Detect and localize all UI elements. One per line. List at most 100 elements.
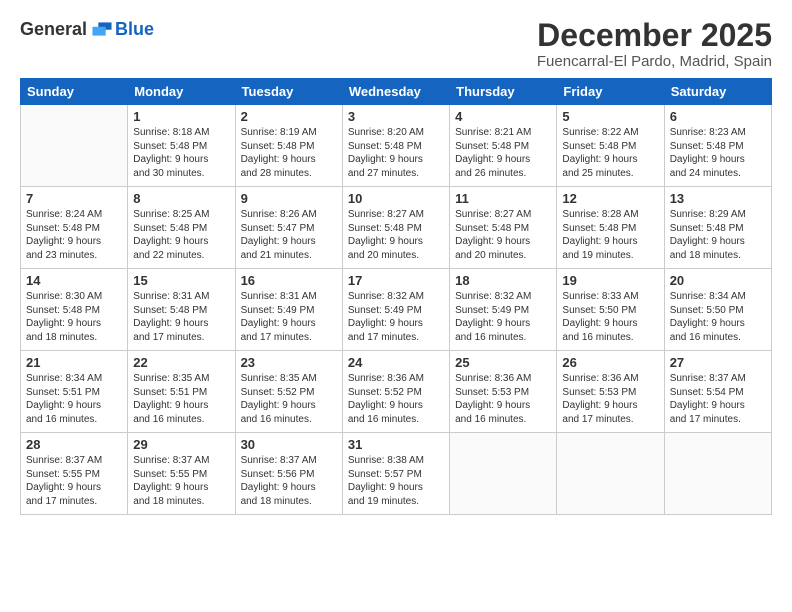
week-row-5: 28 Sunrise: 8:37 AMSunset: 5:55 PMDayligh… <box>21 433 772 515</box>
day-number: 9 <box>241 191 337 206</box>
week-row-3: 14Sunrise: 8:30 AMSunset: 5:48 PMDayligh… <box>21 269 772 351</box>
day-number: 6 <box>670 109 766 124</box>
day-number: 27 <box>670 355 766 370</box>
day-cell: 5Sunrise: 8:22 AMSunset: 5:48 PMDaylight… <box>557 105 664 187</box>
day-number: 8 <box>133 191 229 206</box>
day-number: 11 <box>455 191 551 206</box>
day-number: 7 <box>26 191 122 206</box>
day-number: 22 <box>133 355 229 370</box>
week-row-4: 21 Sunrise: 8:34 AMSunset: 5:51 PMDayligh… <box>21 351 772 433</box>
day-cell: 2 Sunrise: 8:19 AMSunset: 5:48 PMDaylight… <box>235 105 342 187</box>
day-number: 24 <box>348 355 444 370</box>
col-header-saturday: Saturday <box>664 79 771 105</box>
col-header-thursday: Thursday <box>450 79 557 105</box>
day-info: Sunrise: 8:23 AMSunset: 5:48 PMDaylight:… <box>670 126 766 180</box>
col-header-tuesday: Tuesday <box>235 79 342 105</box>
day-number: 30 <box>241 437 337 452</box>
col-header-wednesday: Wednesday <box>342 79 449 105</box>
day-cell: 27 Sunrise: 8:37 AMSunset: 5:54 PMDayligh… <box>664 351 771 433</box>
day-info: Sunrise: 8:37 AMSunset: 5:55 PMDaylight:… <box>133 454 229 508</box>
day-info: Sunrise: 8:22 AMSunset: 5:48 PMDaylight:… <box>562 126 658 180</box>
week-row-1: 1 Sunrise: 8:18 AMSunset: 5:48 PMDaylight… <box>21 105 772 187</box>
day-info: Sunrise: 8:37 AMSunset: 5:55 PMDaylight:… <box>26 454 122 508</box>
day-info: Sunrise: 8:26 AMSunset: 5:47 PMDaylight:… <box>241 208 337 262</box>
col-header-monday: Monday <box>128 79 235 105</box>
day-cell: 1 Sunrise: 8:18 AMSunset: 5:48 PMDaylight… <box>128 105 235 187</box>
day-cell <box>557 433 664 515</box>
day-info: Sunrise: 8:33 AMSunset: 5:50 PMDaylight:… <box>562 290 658 344</box>
day-info: Sunrise: 8:38 AMSunset: 5:57 PMDaylight:… <box>348 454 444 508</box>
day-cell: 6 Sunrise: 8:23 AMSunset: 5:48 PMDaylight… <box>664 105 771 187</box>
day-number: 23 <box>241 355 337 370</box>
day-cell: 18 Sunrise: 8:32 AMSunset: 5:49 PMDayligh… <box>450 269 557 351</box>
day-number: 2 <box>241 109 337 124</box>
day-info: Sunrise: 8:24 AMSunset: 5:48 PMDaylight:… <box>26 208 122 262</box>
logo-area: General Blue <box>20 18 154 40</box>
day-cell: 8Sunrise: 8:25 AMSunset: 5:48 PMDaylight… <box>128 187 235 269</box>
day-cell: 15 Sunrise: 8:31 AMSunset: 5:48 PMDayligh… <box>128 269 235 351</box>
day-number: 29 <box>133 437 229 452</box>
day-cell: 11 Sunrise: 8:27 AMSunset: 5:48 PMDayligh… <box>450 187 557 269</box>
day-number: 20 <box>670 273 766 288</box>
day-info: Sunrise: 8:19 AMSunset: 5:48 PMDaylight:… <box>241 126 337 180</box>
day-info: Sunrise: 8:20 AMSunset: 5:48 PMDaylight:… <box>348 126 444 180</box>
day-number: 16 <box>241 273 337 288</box>
day-info: Sunrise: 8:36 AMSunset: 5:53 PMDaylight:… <box>562 372 658 426</box>
day-info: Sunrise: 8:29 AMSunset: 5:48 PMDaylight:… <box>670 208 766 262</box>
day-cell: 13 Sunrise: 8:29 AMSunset: 5:48 PMDayligh… <box>664 187 771 269</box>
day-cell: 29 Sunrise: 8:37 AMSunset: 5:55 PMDayligh… <box>128 433 235 515</box>
day-info: Sunrise: 8:35 AMSunset: 5:52 PMDaylight:… <box>241 372 337 426</box>
day-number: 21 <box>26 355 122 370</box>
logo-general: General <box>20 20 87 38</box>
day-cell: 25 Sunrise: 8:36 AMSunset: 5:53 PMDayligh… <box>450 351 557 433</box>
day-info: Sunrise: 8:27 AMSunset: 5:48 PMDaylight:… <box>455 208 551 262</box>
day-number: 18 <box>455 273 551 288</box>
day-number: 19 <box>562 273 658 288</box>
day-number: 13 <box>670 191 766 206</box>
day-cell <box>21 105 128 187</box>
logo-blue: Blue <box>115 20 154 38</box>
day-number: 3 <box>348 109 444 124</box>
day-number: 12 <box>562 191 658 206</box>
day-cell: 21 Sunrise: 8:34 AMSunset: 5:51 PMDayligh… <box>21 351 128 433</box>
header: General Blue December 2025 Fuencarral-El… <box>20 18 772 70</box>
day-cell <box>450 433 557 515</box>
day-info: Sunrise: 8:31 AMSunset: 5:49 PMDaylight:… <box>241 290 337 344</box>
day-cell: 7 Sunrise: 8:24 AMSunset: 5:48 PMDaylight… <box>21 187 128 269</box>
day-info: Sunrise: 8:31 AMSunset: 5:48 PMDaylight:… <box>133 290 229 344</box>
day-cell: 19 Sunrise: 8:33 AMSunset: 5:50 PMDayligh… <box>557 269 664 351</box>
day-info: Sunrise: 8:27 AMSunset: 5:48 PMDaylight:… <box>348 208 444 262</box>
day-cell: 10 Sunrise: 8:27 AMSunset: 5:48 PMDayligh… <box>342 187 449 269</box>
day-number: 17 <box>348 273 444 288</box>
day-cell: 12 Sunrise: 8:28 AMSunset: 5:48 PMDayligh… <box>557 187 664 269</box>
day-info: Sunrise: 8:36 AMSunset: 5:53 PMDaylight:… <box>455 372 551 426</box>
day-cell: 3 Sunrise: 8:20 AMSunset: 5:48 PMDaylight… <box>342 105 449 187</box>
day-info: Sunrise: 8:32 AMSunset: 5:49 PMDaylight:… <box>455 290 551 344</box>
day-cell: 23 Sunrise: 8:35 AMSunset: 5:52 PMDayligh… <box>235 351 342 433</box>
day-number: 1 <box>133 109 229 124</box>
day-info: Sunrise: 8:35 AMSunset: 5:51 PMDaylight:… <box>133 372 229 426</box>
title-area: December 2025 Fuencarral-El Pardo, Madri… <box>537 18 772 70</box>
day-info: Sunrise: 8:34 AMSunset: 5:50 PMDaylight:… <box>670 290 766 344</box>
day-number: 25 <box>455 355 551 370</box>
day-cell: 16 Sunrise: 8:31 AMSunset: 5:49 PMDayligh… <box>235 269 342 351</box>
day-info: Sunrise: 8:18 AMSunset: 5:48 PMDaylight:… <box>133 126 229 180</box>
day-info: Sunrise: 8:37 AMSunset: 5:54 PMDaylight:… <box>670 372 766 426</box>
day-info: Sunrise: 8:32 AMSunset: 5:49 PMDaylight:… <box>348 290 444 344</box>
day-info: Sunrise: 8:34 AMSunset: 5:51 PMDaylight:… <box>26 372 122 426</box>
day-info: Sunrise: 8:37 AMSunset: 5:56 PMDaylight:… <box>241 454 337 508</box>
day-info: Sunrise: 8:21 AMSunset: 5:48 PMDaylight:… <box>455 126 551 180</box>
day-info: Sunrise: 8:28 AMSunset: 5:48 PMDaylight:… <box>562 208 658 262</box>
day-cell: 14Sunrise: 8:30 AMSunset: 5:48 PMDayligh… <box>21 269 128 351</box>
day-number: 28 <box>26 437 122 452</box>
day-number: 14 <box>26 273 122 288</box>
logo: General Blue <box>20 18 154 40</box>
day-cell: 20 Sunrise: 8:34 AMSunset: 5:50 PMDayligh… <box>664 269 771 351</box>
day-number: 10 <box>348 191 444 206</box>
day-cell: 22 Sunrise: 8:35 AMSunset: 5:51 PMDayligh… <box>128 351 235 433</box>
week-row-2: 7 Sunrise: 8:24 AMSunset: 5:48 PMDaylight… <box>21 187 772 269</box>
day-cell: 28 Sunrise: 8:37 AMSunset: 5:55 PMDayligh… <box>21 433 128 515</box>
col-header-friday: Friday <box>557 79 664 105</box>
day-number: 15 <box>133 273 229 288</box>
subtitle: Fuencarral-El Pardo, Madrid, Spain <box>537 53 772 70</box>
